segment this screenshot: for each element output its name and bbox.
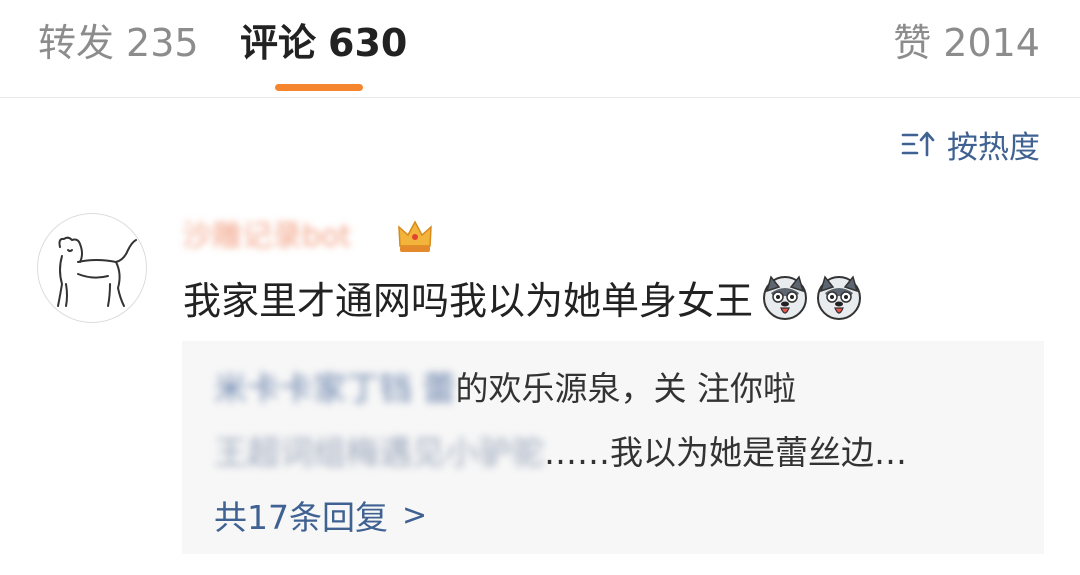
reply-username[interactable]: 王超词组梅遇见小驴驼: [214, 426, 544, 474]
sort-by-popularity-button[interactable]: 按热度: [901, 124, 1040, 166]
comment-body: 我家里才通网吗我以为她单身女王: [183, 272, 863, 323]
crown-icon: [398, 220, 432, 252]
tab-comments-label: 评论: [240, 21, 317, 65]
tab-likes[interactable]: 赞 2014: [893, 18, 1040, 68]
view-all-replies-link[interactable]: 共17条回复 >: [214, 493, 428, 538]
tab-comments-count: 630: [328, 21, 408, 65]
sort-icon: [901, 131, 935, 157]
active-tab-indicator: [275, 84, 363, 91]
comment-page: 转发 235 评论 630 赞 2014 按热度 沙雕记录bot 我家里才通网吗…: [0, 0, 1080, 575]
reply-preview-box[interactable]: 米卡卡家丁铛 蕾 的欢乐源泉，关 注你啦 王超词组梅遇见小驴驼 ……我以为她是蕾…: [182, 341, 1044, 554]
cat-drawing-icon: [57, 236, 137, 307]
tab-repost-label: 转发: [38, 21, 115, 65]
sort-label: 按热度: [947, 129, 1040, 166]
tab-repost[interactable]: 转发 235: [38, 18, 199, 68]
comment-text: 我家里才通网吗我以为她单身女王: [183, 278, 754, 323]
tab-likes-label: 赞: [893, 21, 932, 65]
tab-comments[interactable]: 评论 630: [240, 18, 407, 68]
avatar[interactable]: [37, 213, 147, 323]
tab-repost-count: 235: [126, 21, 199, 65]
reply-item[interactable]: 王超词组梅遇见小驴驼 ……我以为她是蕾丝边…: [214, 427, 907, 473]
husky-emoji-icon: [763, 275, 808, 320]
chevron-right-icon: >: [402, 497, 428, 533]
reply-item[interactable]: 米卡卡家丁铛 蕾 的欢乐源泉，关 注你啦: [214, 363, 796, 409]
tab-bar: 转发 235 评论 630 赞 2014: [0, 0, 1080, 98]
more-replies-label: 共17条回复: [214, 498, 388, 537]
reply-text: 的欢乐源泉，关 注你啦: [455, 369, 797, 408]
reply-text: ……我以为她是蕾丝边…: [544, 433, 907, 472]
tab-likes-count: 2014: [943, 21, 1040, 65]
comment-username[interactable]: 沙雕记录bot: [182, 216, 351, 258]
reply-username[interactable]: 米卡卡家丁铛 蕾: [214, 362, 456, 410]
husky-emoji-icon: [817, 275, 862, 320]
